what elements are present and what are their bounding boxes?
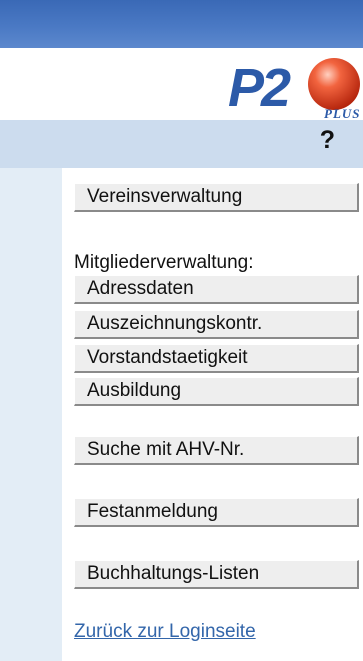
- adressdaten-button[interactable]: Adressdaten: [74, 275, 359, 304]
- help-bar: ?: [0, 120, 363, 168]
- buchhaltungs-listen-button[interactable]: Buchhaltungs-Listen: [74, 560, 359, 589]
- festanmeldung-button[interactable]: Festanmeldung: [74, 498, 359, 527]
- zurueck-login-link[interactable]: Zurück zur Loginseite: [74, 621, 256, 643]
- logo-wordmark: P2: [228, 58, 291, 118]
- vorstandstaetigkeit-button[interactable]: Vorstandstaetigkeit: [74, 344, 359, 373]
- logo-row: P2 PLUS: [0, 48, 363, 120]
- suche-ahv-button[interactable]: Suche mit AHV-Nr.: [74, 436, 359, 465]
- logo-ball: [308, 58, 360, 110]
- vereinsverwaltung-button[interactable]: Vereinsverwaltung: [74, 183, 359, 212]
- auszeichnungskontr-button[interactable]: Auszeichnungskontr.: [74, 310, 359, 339]
- left-panel: [0, 168, 62, 661]
- p2-plus-logo: P2 PLUS: [228, 58, 361, 120]
- ausbildung-button[interactable]: Ausbildung: [74, 377, 359, 406]
- help-link[interactable]: ?: [320, 126, 335, 155]
- logo-tagline: PLUS: [324, 106, 361, 120]
- navigation-menu: Vereinsverwaltung Mitgliederverwaltung: …: [72, 168, 363, 661]
- top-header-bar: [0, 0, 363, 48]
- mitgliederverwaltung-heading: Mitgliederverwaltung:: [74, 252, 254, 273]
